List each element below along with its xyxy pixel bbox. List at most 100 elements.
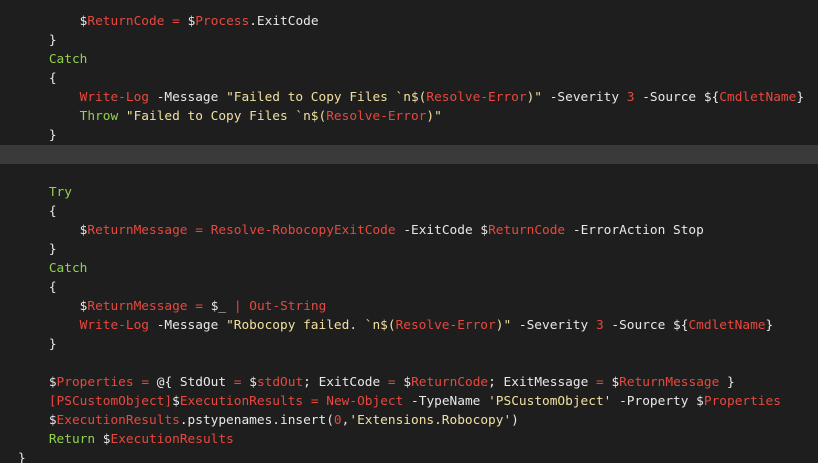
code-token: $ (48, 375, 57, 390)
code-token: Resolve-RobocopyExitCode (210, 223, 396, 238)
code-token: Resolve-Error (426, 90, 527, 105)
code-token: $ (403, 375, 412, 390)
code-editor[interactable]: $ReturnCode = $Process.ExitCode } Catch … (0, 0, 818, 463)
code-token: $ (480, 223, 489, 238)
code-token: )" (426, 109, 442, 124)
code-line[interactable]: Write-Log -Message "Robocopy failed. `n$… (0, 316, 818, 335)
code-line[interactable]: [PSCustomObject]$ExecutionResults = New-… (0, 392, 818, 411)
code-line[interactable] (0, 164, 818, 183)
code-token: Out-String (249, 299, 327, 314)
code-token: } (48, 128, 57, 143)
code-line[interactable]: { (0, 202, 818, 221)
code-line[interactable]: $ExecutionResults.pstypenames.insert(0,'… (0, 411, 818, 430)
code-token: $ (172, 394, 180, 409)
code-token: { (48, 71, 57, 86)
code-token: $ (48, 413, 57, 428)
code-token: "Robocopy failed. `n$( (226, 318, 396, 333)
code-line[interactable]: } (0, 335, 818, 354)
code-token: = (310, 394, 319, 409)
code-line[interactable] (0, 354, 818, 373)
code-line[interactable]: Throw "Failed to Copy Files `n$(Resolve-… (0, 107, 818, 126)
code-line[interactable]: } (0, 240, 818, 259)
code-line[interactable]: Return $ExecutionResults (0, 430, 818, 449)
code-line[interactable]: Catch (0, 50, 818, 69)
code-token: 3 (595, 318, 604, 333)
line-text: { (0, 69, 57, 88)
code-token: = (233, 375, 242, 390)
code-token: = (596, 375, 604, 390)
code-line[interactable]: { (0, 69, 818, 88)
code-token: = (172, 14, 180, 29)
line-text: } (0, 31, 57, 50)
code-line[interactable]: $Properties = @{ StdOut = $stdOut; ExitC… (0, 373, 818, 392)
code-token: Properties (703, 394, 781, 409)
code-line[interactable]: } (0, 31, 818, 50)
code-token: stdOut (256, 375, 304, 390)
line-text: $ReturnCode = $Process.ExitCode (0, 12, 319, 31)
code-line[interactable]: Catch (0, 259, 818, 278)
code-token: -Message (156, 90, 219, 105)
line-text: } (0, 449, 26, 463)
code-token: -Source (611, 318, 666, 333)
code-token: ; ExitMessage (488, 375, 596, 390)
code-token: ; ExitCode (303, 375, 388, 390)
code-token: Throw (79, 109, 119, 124)
code-token: -Severity (549, 90, 620, 105)
code-token: { (48, 280, 57, 295)
code-line[interactable]: $ReturnMessage = $_ | Out-String (0, 297, 818, 316)
code-line[interactable]: } (0, 449, 818, 463)
code-token: )" (495, 318, 512, 333)
line-text: $ReturnMessage = $_ | Out-String (0, 297, 327, 316)
code-token: Properties (56, 375, 134, 390)
code-line[interactable]: Write-Log -Message "Failed to Copy Files… (0, 88, 818, 107)
code-line[interactable]: Try (0, 183, 818, 202)
code-token: ${ (703, 90, 720, 105)
line-text: $ExecutionResults.pstypenames.insert(0,'… (0, 411, 519, 430)
code-token: ) (511, 413, 519, 428)
code-token: ReturnMessage (87, 223, 188, 238)
code-line[interactable]: } (0, 126, 818, 145)
code-line[interactable]: { (0, 278, 818, 297)
code-token: -Severity (518, 318, 589, 333)
code-token: = (195, 299, 203, 314)
code-token: } (796, 90, 805, 105)
line-text: Write-Log -Message "Robocopy failed. `n$… (0, 316, 774, 335)
code-token: $ (611, 375, 620, 390)
code-token: { (48, 204, 57, 219)
code-token: 'PSCustomObject' (488, 394, 612, 409)
current-line[interactable] (0, 145, 818, 164)
code-token: Write-Log (79, 318, 149, 333)
code-token: } (48, 33, 57, 48)
code-token: Write-Log (79, 90, 149, 105)
code-token: .pstypenames.insert( (179, 413, 334, 428)
code-token: ReturnCode (87, 14, 165, 29)
code-token: } (719, 375, 735, 390)
code-token: ReturnMessage (619, 375, 720, 390)
line-text: } (0, 240, 57, 259)
code-token: -TypeName (411, 394, 481, 409)
code-line[interactable]: $ReturnCode = $Process.ExitCode (0, 12, 818, 31)
code-token: Stop (665, 223, 704, 238)
code-token: } (48, 337, 57, 352)
code-token: } (18, 451, 26, 463)
code-token: ReturnCode (411, 375, 489, 390)
code-token: ExecutionResults (179, 394, 304, 409)
code-line[interactable]: $ ReturnMessage = Resolve-RobocopyExitCod… (0, 221, 818, 240)
code-token: ${ (673, 318, 689, 333)
